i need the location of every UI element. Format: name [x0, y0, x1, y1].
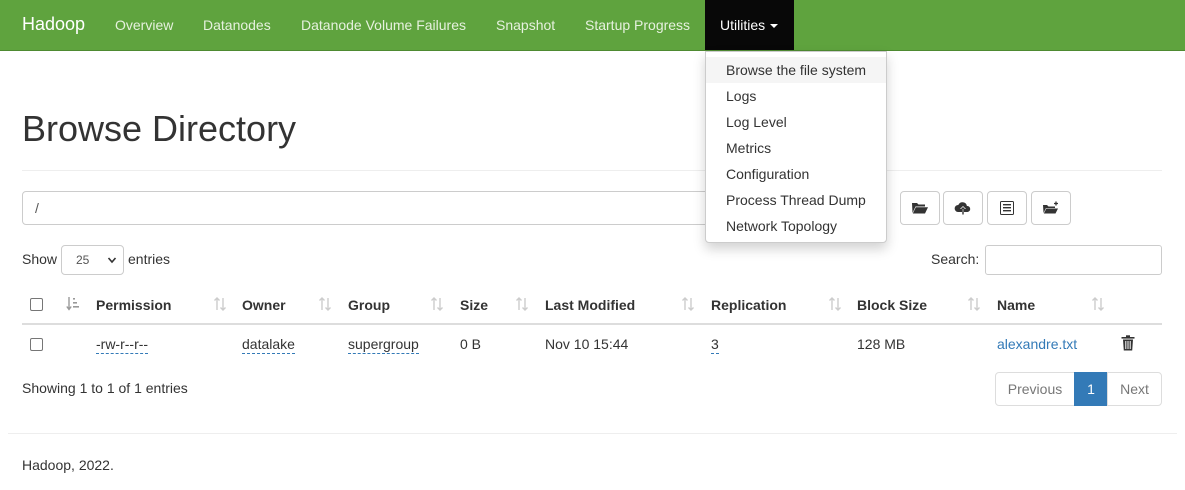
file-name-link[interactable]: alexandre.txt	[997, 336, 1077, 352]
column-header-group[interactable]: Group	[348, 297, 390, 313]
upload-files-button[interactable]	[943, 191, 983, 225]
menu-item-browse-file-system[interactable]: Browse the file system	[706, 57, 886, 83]
menu-item-configuration[interactable]: Configuration	[706, 161, 886, 187]
sort-both-icon	[682, 297, 694, 311]
previous-page-button[interactable]: Previous	[995, 372, 1075, 406]
nav-startup-progress[interactable]: Startup Progress	[585, 0, 690, 50]
page-1-button[interactable]: 1	[1074, 372, 1108, 406]
column-header-block-size[interactable]: Block Size	[857, 297, 927, 313]
row-checkbox[interactable]	[30, 338, 43, 351]
menu-item-process-thread-dump[interactable]: Process Thread Dump	[706, 187, 886, 213]
go-to-directory-button[interactable]	[900, 191, 940, 225]
menu-item-metrics[interactable]: Metrics	[706, 135, 886, 161]
search-input[interactable]	[985, 245, 1162, 275]
nav-utilities-label: Utilities	[720, 17, 766, 33]
cell-size: 0 B	[460, 336, 482, 352]
sort-both-icon	[516, 297, 528, 311]
directory-path-input[interactable]	[22, 191, 802, 225]
column-header-permission[interactable]: Permission	[96, 297, 171, 313]
create-directory-button[interactable]	[1031, 191, 1071, 225]
trash-icon[interactable]	[1121, 335, 1135, 351]
brand-link[interactable]: Hadoop	[22, 14, 85, 35]
cell-last-modified: Nov 10 15:44	[545, 336, 629, 352]
list-view-button[interactable]	[987, 191, 1027, 225]
page-size-select[interactable]: 25	[61, 245, 124, 275]
sort-both-icon	[431, 297, 443, 311]
column-header-replication[interactable]: Replication	[711, 297, 786, 313]
folder-open-icon	[912, 203, 928, 214]
cloud-upload-icon	[954, 202, 971, 215]
cell-replication[interactable]: 3	[711, 336, 719, 354]
new-folder-icon	[1043, 201, 1058, 214]
page-title: Browse Directory	[22, 108, 297, 149]
sort-both-icon	[319, 297, 331, 311]
divider	[22, 170, 1162, 171]
utilities-dropdown-menu: Browse the file system Logs Log Level Me…	[705, 51, 887, 243]
sort-both-icon	[829, 297, 841, 311]
sort-both-icon	[214, 297, 226, 311]
nav-datanodes[interactable]: Datanodes	[203, 0, 271, 50]
table-info: Showing 1 to 1 of 1 entries	[22, 380, 188, 396]
next-page-button[interactable]: Next	[1107, 372, 1162, 406]
nav-datanode-volume-failures[interactable]: Datanode Volume Failures	[301, 0, 466, 50]
menu-item-network-topology[interactable]: Network Topology	[706, 213, 886, 239]
select-all-checkbox[interactable]	[30, 298, 43, 311]
entries-label: entries	[128, 251, 171, 267]
sort-ascending-icon[interactable]	[66, 296, 80, 312]
footer-text: Hadoop, 2022.	[22, 457, 114, 473]
cell-block-size: 128 MB	[857, 336, 906, 352]
table-header-divider	[22, 323, 1162, 325]
cell-permission[interactable]: -rw-r--r--	[96, 336, 149, 354]
list-alt-icon	[1000, 201, 1014, 215]
page-size-value: 25	[76, 253, 90, 267]
show-label: Show	[22, 251, 58, 267]
nav-overview[interactable]: Overview	[115, 0, 173, 50]
column-header-last-modified[interactable]: Last Modified	[545, 297, 635, 313]
cell-group[interactable]: supergroup	[348, 336, 419, 354]
nav-snapshot[interactable]: Snapshot	[496, 0, 555, 50]
nav-utilities-dropdown[interactable]: Utilities	[705, 0, 794, 50]
footer-divider	[8, 433, 1177, 434]
caret-down-icon	[770, 24, 779, 29]
sort-both-icon	[1092, 297, 1104, 311]
chevron-down-icon	[107, 257, 117, 264]
search-label: Search:	[931, 251, 980, 267]
menu-item-logs[interactable]: Logs	[706, 83, 886, 109]
column-header-owner[interactable]: Owner	[242, 297, 286, 313]
menu-item-log-level[interactable]: Log Level	[706, 109, 886, 135]
column-header-name[interactable]: Name	[997, 297, 1035, 313]
navbar: Hadoop Overview Datanodes Datanode Volum…	[0, 0, 1185, 51]
column-header-size[interactable]: Size	[460, 297, 488, 313]
cell-owner[interactable]: datalake	[242, 336, 295, 354]
sort-both-icon	[968, 297, 980, 311]
